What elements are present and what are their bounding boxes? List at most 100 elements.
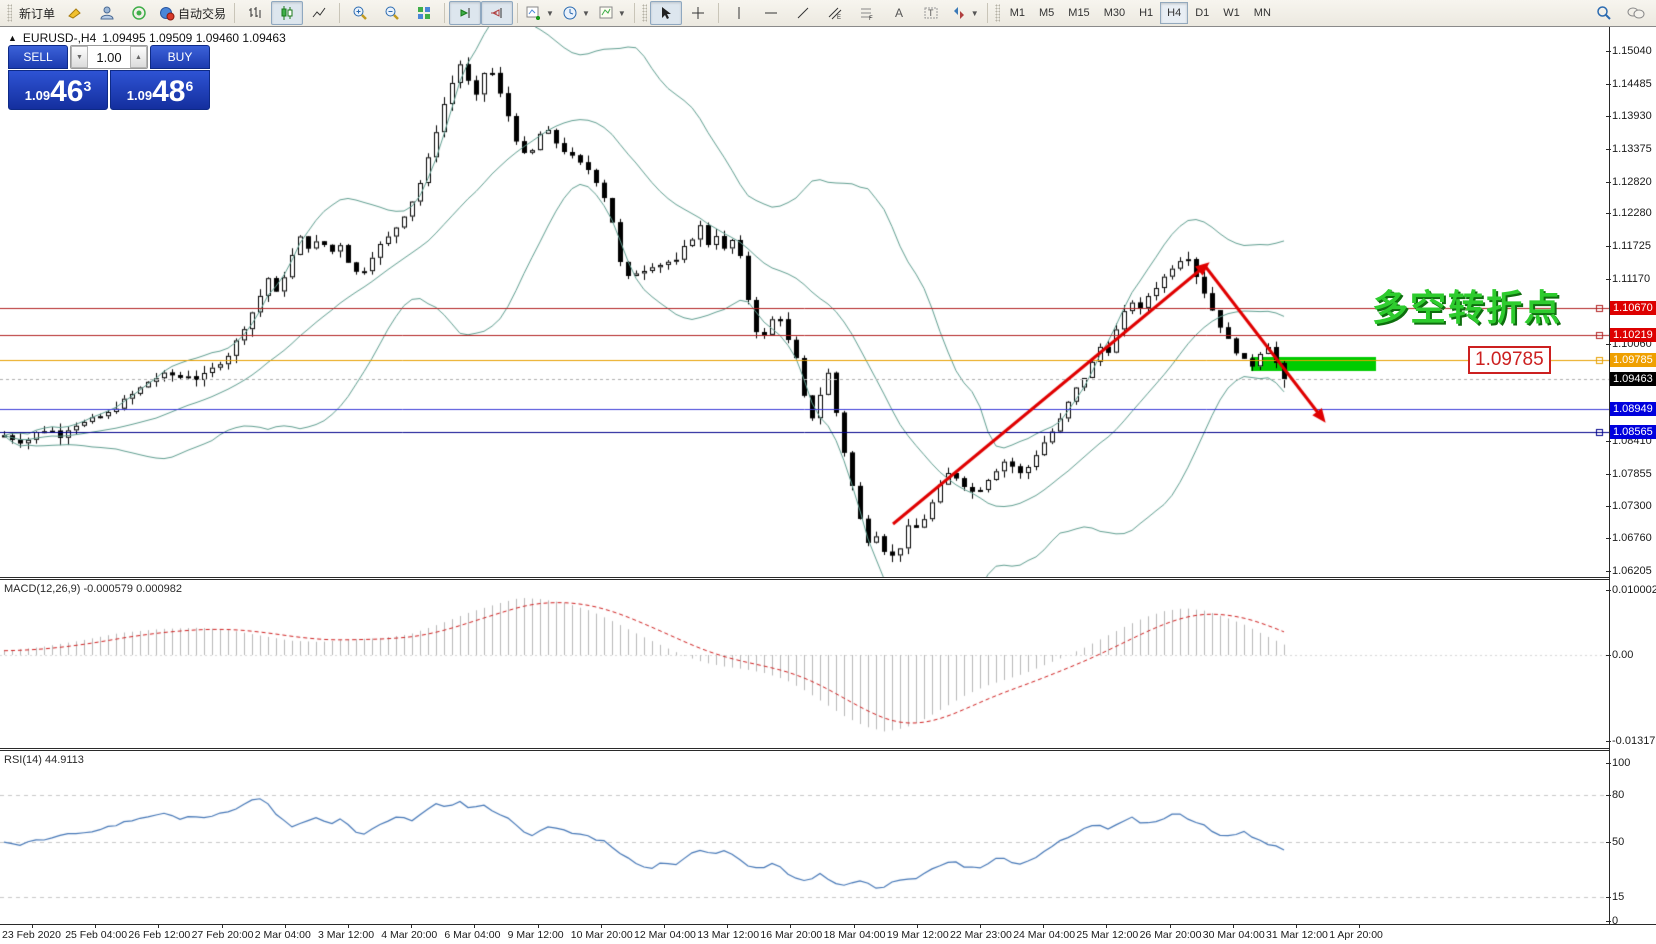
- cursor-button[interactable]: [650, 1, 682, 25]
- tab-timeframe-d1[interactable]: D1: [1188, 2, 1216, 24]
- toolbar-grip[interactable]: [642, 4, 647, 22]
- time-axis[interactable]: 23 Feb 202025 Feb 04:0026 Feb 12:0027 Fe…: [0, 924, 1656, 944]
- search-icon: [1596, 5, 1612, 21]
- candlestick-chart-button[interactable]: [271, 1, 303, 25]
- channel-button[interactable]: E: [819, 1, 851, 25]
- price-tick-label: -0.013171: [1612, 734, 1656, 748]
- toolbar-grip[interactable]: [7, 4, 12, 22]
- tab-timeframe-m1[interactable]: M1: [1003, 2, 1032, 24]
- profile-button[interactable]: [91, 1, 123, 25]
- time-tick-label: 18 Mar 04:00: [824, 929, 886, 941]
- new-order-button[interactable]: 新订单: [15, 1, 59, 25]
- zoom-out-button[interactable]: [376, 1, 408, 25]
- time-tick-label: 16 Mar 20:00: [760, 929, 822, 941]
- crosshair-button[interactable]: [682, 1, 714, 25]
- tab-timeframe-m30[interactable]: M30: [1097, 2, 1132, 24]
- buy-price-button[interactable]: 1.09 48 6: [110, 70, 210, 110]
- arrows-button[interactable]: ▼: [947, 1, 983, 25]
- market-depth-button[interactable]: [59, 1, 91, 25]
- tile-windows-button[interactable]: [408, 1, 440, 25]
- tab-timeframe-mn[interactable]: MN: [1247, 2, 1278, 24]
- main-toolbar: 新订单 自动交易: [0, 0, 1656, 27]
- chart-window: ▲ EURUSD-,H4 1.09495 1.09509 1.09460 1.0…: [0, 27, 1656, 944]
- zoom-in-button[interactable]: [344, 1, 376, 25]
- tab-timeframe-m15[interactable]: M15: [1061, 2, 1096, 24]
- toolbar-separator: [718, 3, 719, 23]
- mt4-terminal: 新订单 自动交易: [0, 0, 1656, 944]
- volume-decrease-button[interactable]: ▼: [71, 46, 88, 68]
- signals-button[interactable]: [123, 1, 155, 25]
- tab-timeframe-h4[interactable]: H4: [1160, 2, 1188, 24]
- label-button[interactable]: T: [915, 1, 947, 25]
- chat-icon: [1627, 5, 1645, 21]
- fibonacci-icon: F: [859, 5, 875, 21]
- time-tick-label: 2 Mar 04:00: [255, 929, 311, 941]
- price-line-badge: 1.09463: [1610, 372, 1656, 386]
- price-tick-label: 15: [1612, 890, 1624, 904]
- macd-pane-canvas[interactable]: [0, 580, 1609, 748]
- buy-price-pips: 48: [152, 78, 185, 106]
- templates-button[interactable]: ▼: [594, 1, 630, 25]
- trendline-button[interactable]: [787, 1, 819, 25]
- volume-value[interactable]: 1.00: [88, 46, 130, 68]
- zoom-out-icon: [384, 5, 400, 21]
- fibonacci-button[interactable]: F: [851, 1, 883, 25]
- auto-trading-button[interactable]: 自动交易: [155, 1, 230, 25]
- rsi-pane-canvas[interactable]: [0, 751, 1609, 923]
- chart-shift-button[interactable]: [481, 1, 513, 25]
- toolbar-separator: [234, 3, 235, 23]
- signals-icon: [131, 5, 147, 21]
- horizontal-line-button[interactable]: [755, 1, 787, 25]
- text-button[interactable]: A: [883, 1, 915, 25]
- bar-chart-button[interactable]: [239, 1, 271, 25]
- chat-button[interactable]: [1620, 1, 1652, 25]
- price-line-badge: 1.10219: [1610, 328, 1656, 342]
- new-order-label: 新订单: [19, 5, 55, 22]
- text-icon: A: [891, 5, 907, 21]
- svg-text:T: T: [928, 8, 934, 18]
- chart-title: ▲ EURUSD-,H4 1.09495 1.09509 1.09460 1.0…: [8, 31, 286, 45]
- time-tick-label: 6 Mar 04:00: [444, 929, 500, 941]
- line-chart-button[interactable]: [303, 1, 335, 25]
- toolbar-separator: [634, 3, 635, 23]
- collapse-panel-arrow[interactable]: ▲: [8, 33, 17, 43]
- time-tick-label: 13 Mar 12:00: [697, 929, 759, 941]
- chevron-down-icon: ▼: [546, 9, 554, 18]
- toolbar-grip[interactable]: [995, 4, 1000, 22]
- auto-trading-icon: [159, 5, 175, 21]
- pane-divider[interactable]: [0, 577, 1656, 580]
- price-tick-label: 1.07855: [1612, 467, 1652, 481]
- vertical-line-button[interactable]: [723, 1, 755, 25]
- price-level-annotation[interactable]: 1.09785: [1468, 346, 1551, 374]
- turning-point-annotation[interactable]: 多空转折点: [1372, 279, 1562, 331]
- volume-increase-button[interactable]: ▲: [130, 46, 147, 68]
- main-chart-canvas[interactable]: [0, 27, 1609, 577]
- tab-timeframe-h1[interactable]: H1: [1132, 2, 1160, 24]
- buy-button[interactable]: BUY: [150, 45, 210, 69]
- buy-price-point: 6: [185, 78, 193, 94]
- pane-divider[interactable]: [0, 748, 1656, 751]
- add-indicator-icon: [526, 5, 542, 21]
- price-line-badge: 1.08949: [1610, 402, 1656, 416]
- auto-scroll-button[interactable]: [449, 1, 481, 25]
- add-indicator-button[interactable]: ▼: [522, 1, 558, 25]
- sell-button[interactable]: SELL: [8, 45, 68, 69]
- macd-indicator-label: MACD(12,26,9) -0.000579 0.000982: [4, 583, 182, 595]
- toolbar-separator: [339, 3, 340, 23]
- periods-button[interactable]: ▼: [558, 1, 594, 25]
- time-tick-label: 30 Mar 04:00: [1203, 929, 1265, 941]
- price-tick-label: 1.07300: [1612, 499, 1652, 513]
- time-tick-label: 12 Mar 04:00: [634, 929, 696, 941]
- price-line-badge: 1.08565: [1610, 425, 1656, 439]
- toolbar-separator: [517, 3, 518, 23]
- sell-price-button[interactable]: 1.09 46 3: [8, 70, 108, 110]
- price-axis[interactable]: 1.150401.144851.139301.133751.128201.122…: [1609, 27, 1656, 924]
- tab-timeframe-w1[interactable]: W1: [1216, 2, 1247, 24]
- price-tick-label: 1.12820: [1612, 175, 1652, 189]
- trendline-icon: [795, 5, 811, 21]
- price-tick-label: 1.12280: [1612, 206, 1652, 220]
- tab-timeframe-m5[interactable]: M5: [1032, 2, 1061, 24]
- time-tick-label: 24 Mar 04:00: [1013, 929, 1075, 941]
- symbol-period-label: EURUSD-,H4: [23, 31, 96, 45]
- search-button[interactable]: [1588, 1, 1620, 25]
